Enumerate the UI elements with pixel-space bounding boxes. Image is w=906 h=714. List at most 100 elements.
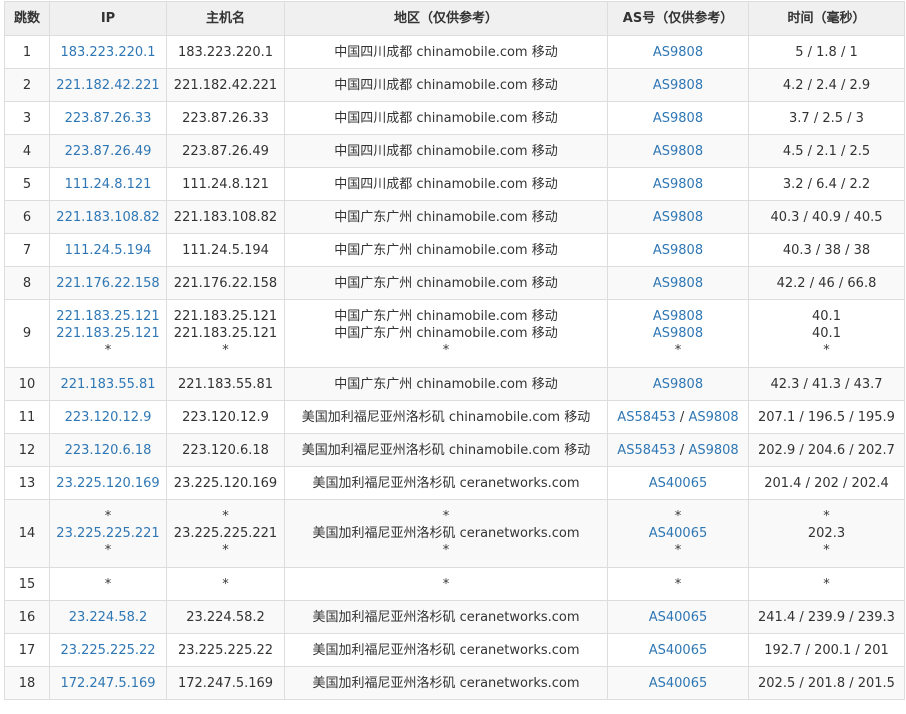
as-link[interactable]: AS40065 <box>649 643 708 658</box>
time-cell: 3.2 / 6.4 / 2.2 <box>748 167 905 201</box>
region-cell: 中国四川成都 chinamobile.com 移动 <box>284 167 608 201</box>
hop-number: 13 <box>18 475 36 491</box>
ip-link[interactable]: 23.225.225.22 <box>52 642 164 659</box>
as-link[interactable]: AS9808 <box>688 410 738 425</box>
table-row: 6 221.183.108.82 221.183.108.82 中国广东广州 chin… <box>4 200 905 234</box>
ip-cell: 111.24.8.121 <box>49 167 167 201</box>
time-cell: 202.5 / 201.8 / 201.5 <box>748 666 905 700</box>
hostname-cell: 23.225.120.169 <box>166 466 285 500</box>
as-link[interactable]: AS9808 <box>653 111 703 126</box>
as-link[interactable]: AS9808 <box>653 78 703 93</box>
hop-number: 3 <box>22 110 32 126</box>
as-link[interactable]: AS9808 <box>653 144 703 159</box>
ip-link[interactable]: 223.120.12.9 <box>52 409 164 426</box>
as-link[interactable]: AS9808 <box>688 443 738 458</box>
ip-link[interactable]: 221.183.108.82 <box>52 209 164 226</box>
timeout-marker: * <box>104 576 112 592</box>
hostname-cell: 223.87.26.49 <box>166 134 285 168</box>
time-cell: * <box>748 567 905 601</box>
region-cell: 中国广东广州 chinamobile.com 移动 <box>284 200 608 234</box>
as-link[interactable]: AS9808 <box>653 326 703 341</box>
hop-cell: 15 <box>4 567 50 601</box>
as-link[interactable]: AS9808 <box>653 45 703 60</box>
as-line: AS9808 <box>610 176 746 193</box>
table-row: 16 23.224.58.2 23.224.58.2 美国加利福尼亚州洛杉矶 cera… <box>4 600 905 634</box>
ip-link[interactable]: 172.247.5.169 <box>52 675 164 692</box>
hostname-text: 23.225.225.22 <box>177 642 274 658</box>
as-link[interactable]: AS58453 <box>617 410 676 425</box>
ip-link[interactable]: 23.225.225.221 <box>52 525 164 542</box>
region-cell: 中国四川成都 chinamobile.com 移动 <box>284 134 608 168</box>
ip-link[interactable]: 111.24.8.121 <box>52 176 164 193</box>
ip-link[interactable]: 223.120.6.18 <box>52 442 164 459</box>
as-link[interactable]: AS40065 <box>649 676 708 691</box>
time-cell: * 202.3 * <box>748 499 905 568</box>
region-cell: 美国加利福尼亚州洛杉矶 chinamobile.com 移动 <box>284 400 608 434</box>
region-cell: 中国四川成都 chinamobile.com 移动 <box>284 101 608 135</box>
hostname-text: 221.183.25.121 <box>173 309 278 324</box>
ip-link[interactable]: 223.87.26.49 <box>52 143 164 160</box>
region-cell: 中国四川成都 chinamobile.com 移动 <box>284 35 608 69</box>
table-row: 4 223.87.26.49 223.87.26.49 中国四川成都 chinamob… <box>4 134 905 168</box>
ip-link[interactable]: 221.176.22.158 <box>52 275 164 292</box>
table-row: 2 221.182.42.221 221.182.42.221 中国四川成都 chin… <box>4 68 905 102</box>
time-text: 207.1 / 196.5 / 195.9 <box>758 409 895 425</box>
region-text: 中国四川成都 chinamobile.com 移动 <box>334 143 558 159</box>
hop-number: 17 <box>18 642 36 658</box>
as-line: AS9808 <box>610 325 746 342</box>
region-text: 中国广东广州 chinamobile.com 移动 <box>334 209 558 225</box>
ip-cell: 172.247.5.169 <box>49 666 167 700</box>
region-text: 中国广东广州 chinamobile.com 移动 <box>334 275 558 291</box>
time-cell: 40.3 / 38 / 38 <box>748 233 905 267</box>
ip-link[interactable]: 221.182.42.221 <box>52 77 164 94</box>
time-cell: 4.2 / 2.4 / 2.9 <box>748 68 905 102</box>
hop-number: 1 <box>22 44 32 60</box>
ip-link[interactable]: 183.223.220.1 <box>52 44 164 61</box>
ip-cell: 221.182.42.221 <box>49 68 167 102</box>
as-link[interactable]: AS9808 <box>653 309 703 324</box>
ip-link[interactable]: 223.87.26.33 <box>52 110 164 127</box>
hop-number: 9 <box>22 326 32 341</box>
ip-link[interactable]: 221.183.25.121 <box>52 325 164 342</box>
hop-number: 15 <box>18 576 36 592</box>
as-link[interactable]: AS40065 <box>649 476 708 491</box>
region-text: 中国广东广州 chinamobile.com 移动 <box>334 242 558 258</box>
time-cell: 3.7 / 2.5 / 3 <box>748 101 905 135</box>
as-line: AS9808 <box>610 110 746 127</box>
region-cell: 美国加利福尼亚州洛杉矶 ceranetworks.com <box>284 633 608 667</box>
hostname-text: 223.120.12.9 <box>182 409 269 425</box>
traceroute-table: 跳数 IP 主机名 地区（仅供参考） AS号（仅供参考） 时间（毫秒） 1 183… <box>4 1 905 700</box>
as-link[interactable]: AS9808 <box>653 210 703 225</box>
time-cell: 40.1 40.1 * <box>748 299 905 368</box>
header-ip: IP <box>49 1 167 36</box>
hop-cell: 1 <box>4 35 50 69</box>
hop-cell: 14 <box>4 499 50 568</box>
time-cell: 202.9 / 204.6 / 202.7 <box>748 433 905 467</box>
time-text: * <box>823 576 830 592</box>
as-cell: AS58453 / AS9808 <box>607 400 749 434</box>
ip-link[interactable]: 111.24.5.194 <box>52 242 164 259</box>
ip-link[interactable]: 221.183.55.81 <box>52 376 164 393</box>
as-link[interactable]: AS9808 <box>653 177 703 192</box>
hostname-cell: 23.224.58.2 <box>166 600 285 634</box>
hostname-text: 111.24.5.194 <box>182 242 269 258</box>
as-link[interactable]: AS9808 <box>653 377 703 392</box>
hostname-text: * <box>222 543 229 558</box>
as-link[interactable]: AS58453 <box>617 443 676 458</box>
ip-link[interactable]: 221.183.25.121 <box>52 308 164 325</box>
as-link[interactable]: AS9808 <box>653 243 703 258</box>
as-link[interactable]: AS9808 <box>653 276 703 291</box>
hop-number: 5 <box>22 176 32 192</box>
header-as-number: AS号（仅供参考） <box>607 1 749 36</box>
as-link[interactable]: AS40065 <box>649 526 708 541</box>
as-cell: AS9808 <box>607 134 749 168</box>
region-text: 中国广东广州 chinamobile.com 移动 <box>334 376 558 392</box>
time-cell: 5 / 1.8 / 1 <box>748 35 905 69</box>
hostname-cell: * 23.225.225.221 * <box>166 499 285 568</box>
hop-number: 12 <box>18 442 36 458</box>
ip-link[interactable]: 23.225.120.169 <box>52 475 164 492</box>
region-cell: 美国加利福尼亚州洛杉矶 ceranetworks.com <box>284 600 608 634</box>
as-link[interactable]: AS40065 <box>649 610 708 625</box>
hostname-cell: 111.24.5.194 <box>166 233 285 267</box>
ip-link[interactable]: 23.224.58.2 <box>52 609 164 626</box>
